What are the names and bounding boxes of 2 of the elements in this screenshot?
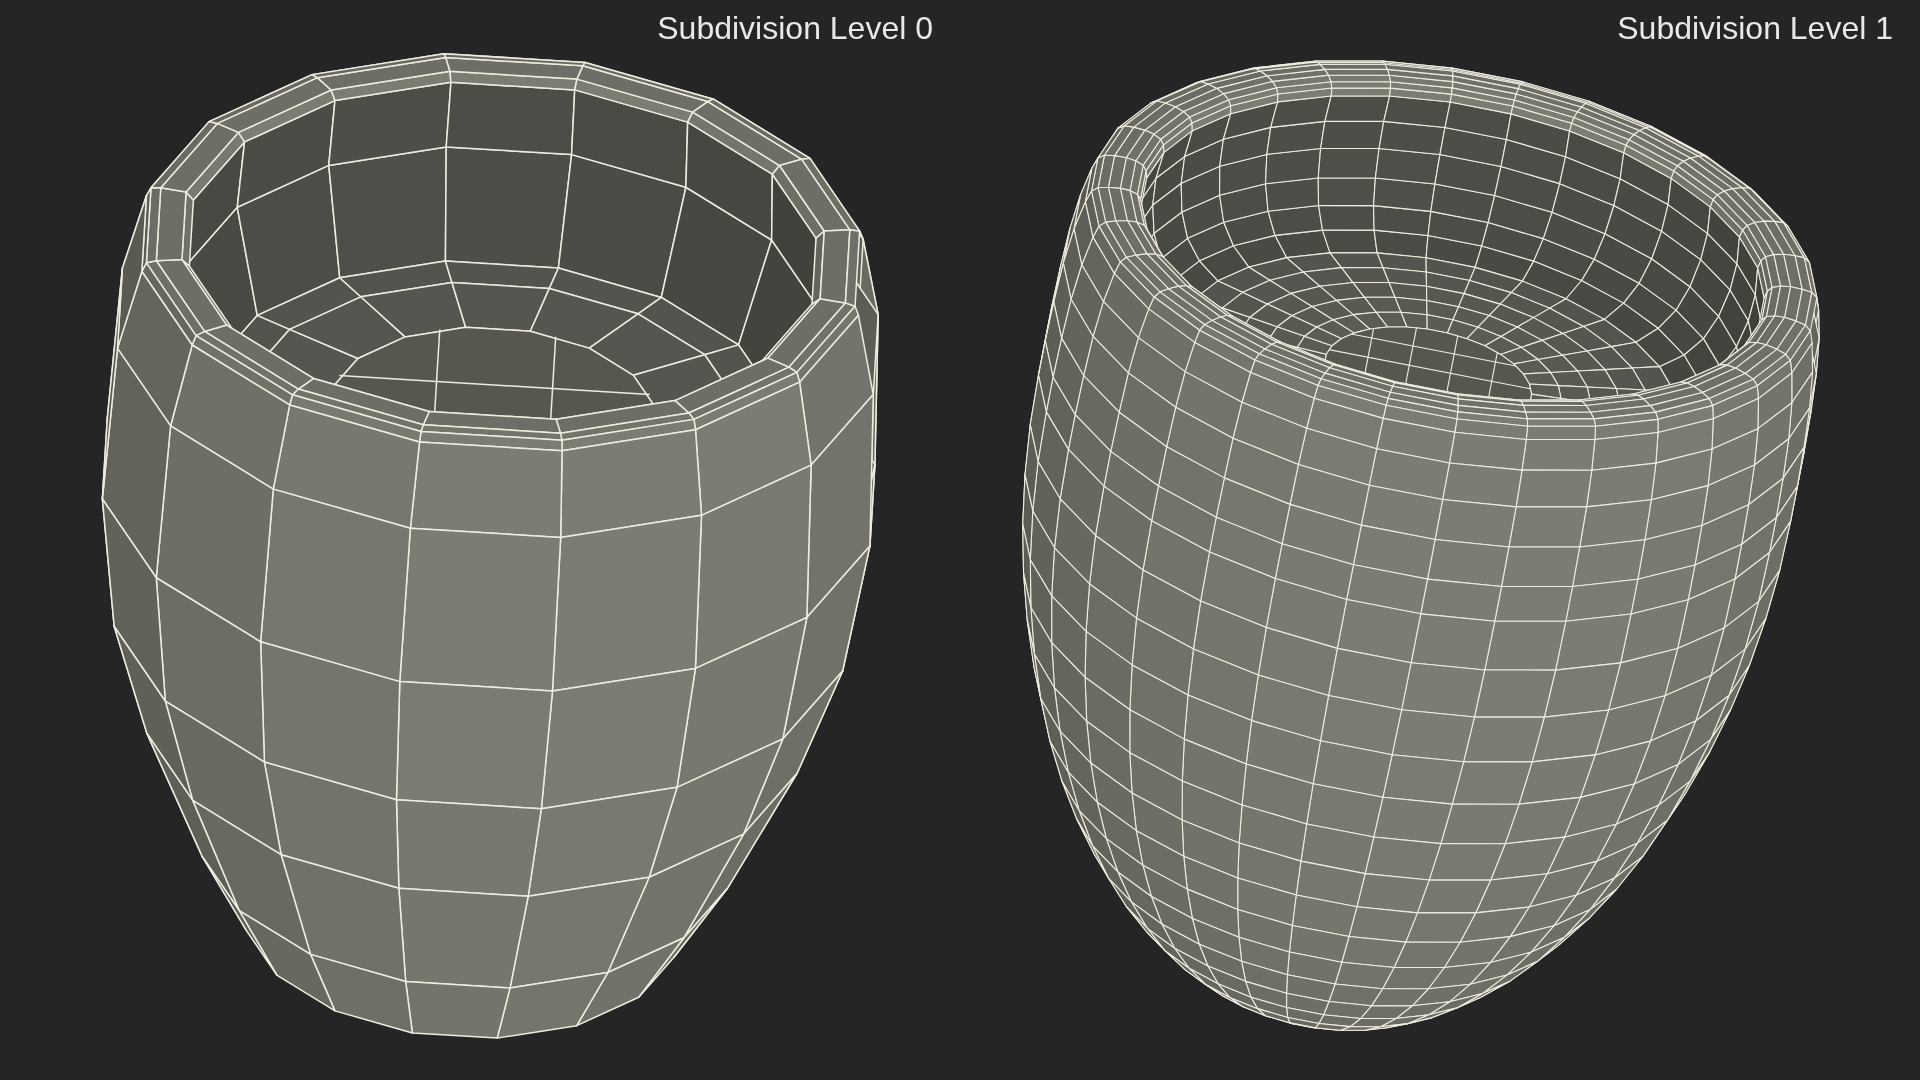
- viewport-label: Subdivision Level 1: [1617, 10, 1893, 47]
- viewport-label: Subdivision Level 0: [657, 10, 933, 47]
